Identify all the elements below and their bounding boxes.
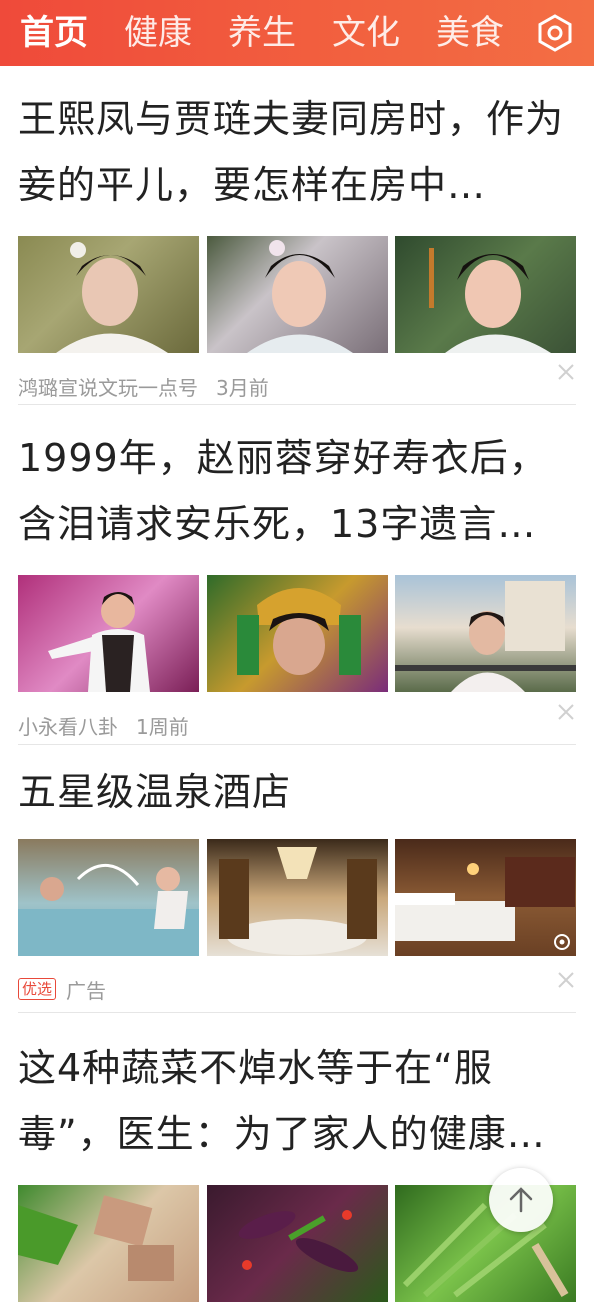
thumbnail-row — [18, 575, 576, 692]
tab-wellness[interactable]: 养生 — [228, 0, 296, 66]
ad-indicator-icon — [554, 934, 570, 950]
ad-card[interactable]: 五星级温泉酒店 优选 广告 — [18, 745, 576, 1013]
article-time: 1周前 — [136, 714, 189, 739]
settings-button[interactable] — [534, 12, 576, 54]
thumbnail-image[interactable] — [18, 839, 199, 956]
article-card[interactable]: 这4种蔬菜不焯水等于在“服毒”，医生：为了家人的健康… — [18, 1013, 576, 1302]
close-icon[interactable] — [556, 970, 576, 990]
article-card[interactable]: 1999年，赵丽蓉穿好寿衣后，含泪请求安乐死，13字遗言… 小永看八卦 1周前 — [18, 405, 576, 745]
top-nav-bar: 首页 健康 养生 文化 美食 — [0, 0, 594, 66]
thumbnail-image[interactable] — [18, 575, 199, 692]
thumbnail-image[interactable] — [395, 236, 576, 353]
arrow-up-icon — [509, 1187, 533, 1213]
article-card[interactable]: 王熙凤与贾琏夫妻同房时，作为妾的平儿，要怎样在房中… 鸿璐宣说文玩一点号 3月前 — [18, 66, 576, 405]
thumbnail-image[interactable] — [206, 575, 388, 692]
hexagon-settings-icon — [538, 14, 572, 52]
article-time: 3月前 — [216, 375, 269, 400]
article-title[interactable]: 这4种蔬菜不焯水等于在“服毒”，医生：为了家人的健康… — [18, 1013, 576, 1167]
thumbnail-row — [18, 839, 576, 956]
news-feed: 王熙凤与贾琏夫妻同房时，作为妾的平儿，要怎样在房中… 鸿璐宣说文玩一点号 3月前… — [0, 66, 594, 1302]
article-source: 鸿璐宣说文玩一点号 — [18, 375, 198, 400]
thumbnail-image[interactable] — [206, 1185, 388, 1302]
thumbnail-image[interactable] — [206, 236, 388, 353]
ad-label: 广告 — [66, 978, 107, 1003]
article-title[interactable]: 王熙凤与贾琏夫妻同房时，作为妾的平儿，要怎样在房中… — [18, 66, 576, 218]
close-icon[interactable] — [556, 362, 576, 382]
article-title[interactable]: 1999年，赵丽蓉穿好寿衣后，含泪请求安乐死，13字遗言… — [18, 405, 576, 557]
tab-health[interactable]: 健康 — [124, 0, 192, 66]
tab-food[interactable]: 美食 — [436, 0, 504, 66]
thumbnail-image[interactable] — [395, 839, 576, 956]
thumbnail-image[interactable] — [206, 839, 388, 956]
tab-home[interactable]: 首页 — [20, 0, 88, 66]
article-title[interactable]: 五星级温泉酒店 — [18, 745, 576, 825]
close-icon[interactable] — [556, 702, 576, 722]
thumbnail-image[interactable] — [395, 575, 576, 692]
tab-culture[interactable]: 文化 — [332, 0, 400, 66]
thumbnail-image[interactable] — [18, 236, 199, 353]
preferred-badge: 优选 — [18, 978, 57, 1000]
article-source: 小永看八卦 — [18, 714, 118, 739]
thumbnail-image[interactable] — [18, 1185, 199, 1302]
thumbnail-row — [18, 236, 576, 353]
back-to-top-button[interactable] — [489, 1168, 553, 1232]
